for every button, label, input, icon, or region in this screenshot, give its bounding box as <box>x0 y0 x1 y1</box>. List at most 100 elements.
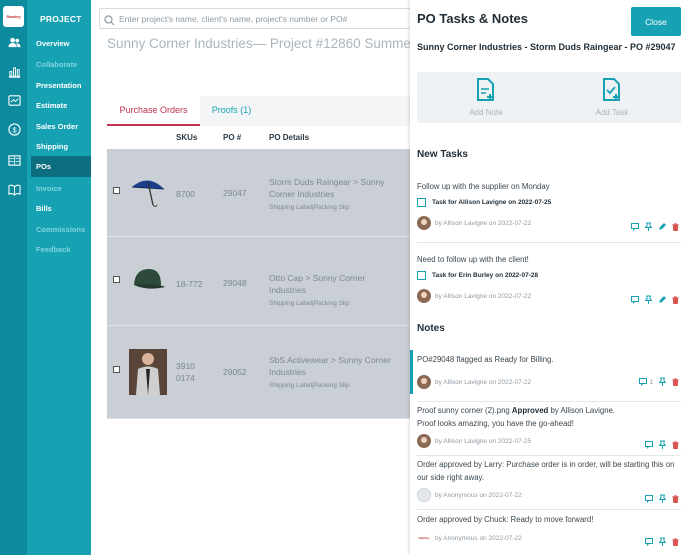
author-text: by Allison Lavigne on 2022-07-22 <box>435 378 532 386</box>
task-checkbox[interactable] <box>417 198 426 207</box>
task-label: Task for Erin Burley on 2022-07-28 <box>432 272 539 279</box>
trash-icon[interactable] <box>672 218 679 236</box>
row-details-text[interactable]: Storm Duds Raingear > Sunny Corner Indus… <box>269 176 394 200</box>
row-po-details: Storm Duds Raingear > Sunny Corner Indus… <box>269 176 394 214</box>
author-text: by Anonymous on 2022-07-22 <box>435 491 522 499</box>
trash-icon[interactable] <box>672 373 679 391</box>
nav-presentation[interactable]: Presentation <box>36 81 81 90</box>
task-text: Need to follow up with the client! <box>417 255 529 264</box>
book-icon[interactable] <box>7 183 21 196</box>
nav-commissions[interactable]: Commissions <box>36 225 85 234</box>
pin-icon[interactable] <box>658 373 667 391</box>
trash-icon[interactable] <box>672 490 679 508</box>
comment-icon[interactable] <box>645 533 653 551</box>
nav-overview[interactable]: Overview <box>36 39 69 48</box>
nav-sales-order[interactable]: Sales Order <box>36 122 78 131</box>
comment-icon[interactable] <box>631 218 639 236</box>
task-checkbox[interactable] <box>417 271 426 280</box>
note-item: PO#29048 flagged as Ready for Billing. b… <box>410 352 688 394</box>
pin-icon[interactable] <box>658 533 667 551</box>
umbrella-thumbnail <box>129 175 167 214</box>
nav-collaborate[interactable]: Collaborate <box>36 60 77 69</box>
row-shipping-links[interactable]: Shipping Label|Packing Slip <box>269 202 394 214</box>
note-item: Proof sunny corner (2).png Approved by A… <box>410 404 688 454</box>
comment-icon[interactable] <box>645 490 653 508</box>
row-checkbox[interactable] <box>113 366 120 373</box>
note-actions: 1 <box>639 373 679 391</box>
chart-icon[interactable] <box>7 65 21 78</box>
po-table-body: 8700 29047 Storm Duds Raingear > Sunny C… <box>107 149 410 419</box>
trash-icon[interactable] <box>672 291 679 309</box>
note-text: PO#29048 flagged as Ready for Billing. <box>417 355 554 364</box>
tab-proofs[interactable]: Proofs (1) <box>200 96 263 126</box>
trash-icon[interactable] <box>672 533 679 551</box>
search-bar[interactable]: Enter project's name, client's name, pro… <box>99 8 410 29</box>
note-text-line2: Proof looks amazing, you have the go-ahe… <box>417 419 574 428</box>
nav-feedback[interactable]: Feedback <box>36 245 71 254</box>
panel-subtitle: Sunny Corner Industries - Storm Duds Rai… <box>417 42 676 52</box>
row-checkbox[interactable] <box>113 276 120 283</box>
row-details-text[interactable]: SbS Activewear > Sunny Corner Industries <box>269 354 394 378</box>
add-note-label: Add Note <box>469 108 503 117</box>
row-checkbox[interactable] <box>113 187 120 194</box>
nav-bills[interactable]: Bills <box>36 204 52 213</box>
tab-purchase-orders[interactable]: Purchase Orders <box>107 96 200 126</box>
avatar <box>417 375 431 389</box>
panel-title: PO Tasks & Notes <box>417 11 529 26</box>
dollar-icon[interactable]: $ <box>7 122 21 136</box>
svg-text:$: $ <box>12 125 16 134</box>
pin-icon[interactable] <box>644 291 653 309</box>
row-po-details: Otto Cap > Sunny Corner Industries Shipp… <box>269 272 394 310</box>
card-icon[interactable] <box>7 94 21 106</box>
col-po-number: PO # <box>223 133 242 142</box>
author-text: by Allison Lavigne on 2022-07-25 <box>435 437 532 445</box>
task-row: Task for Allison Lavigne on 2022-07-25 <box>417 198 551 207</box>
edit-icon[interactable] <box>658 218 666 236</box>
divider <box>417 401 681 402</box>
pin-icon[interactable] <box>644 218 653 236</box>
sidenav-title: PROJECT <box>40 14 82 24</box>
pin-icon[interactable] <box>658 490 667 508</box>
nav-estimate[interactable]: Estimate <box>36 101 67 110</box>
add-task-icon <box>603 78 620 101</box>
add-note-button[interactable]: Add Note <box>451 78 521 117</box>
nav-shipping[interactable]: Shipping <box>36 142 68 151</box>
avatar <box>417 434 431 448</box>
nav-invoice[interactable]: Invoice <box>36 184 62 193</box>
row-details-text[interactable]: Otto Cap > Sunny Corner Industries <box>269 272 394 296</box>
task-item: Follow up with the supplier on Monday Ta… <box>410 178 688 240</box>
new-tasks-heading: New Tasks <box>417 149 468 160</box>
row-po-number: 29052 <box>223 367 247 377</box>
search-icon <box>104 13 115 31</box>
divider <box>417 455 681 456</box>
comment-icon[interactable] <box>639 373 648 391</box>
note-actions <box>645 533 679 551</box>
table-row[interactable]: 8700 29047 Storm Duds Raingear > Sunny C… <box>107 149 410 237</box>
pin-icon[interactable] <box>658 436 667 454</box>
search-input[interactable]: Enter project's name, client's name, pro… <box>119 14 347 24</box>
comment-icon[interactable] <box>631 291 639 309</box>
close-button[interactable]: Close <box>631 7 681 36</box>
note-text-part: by Allison Lavigne. <box>548 406 616 415</box>
task-text: Follow up with the supplier on Monday <box>417 182 550 191</box>
trash-icon[interactable] <box>672 436 679 454</box>
cap-thumbnail <box>129 265 167 304</box>
users-icon[interactable] <box>7 36 21 48</box>
author-text: by Allison Lavigne on 2022-07-22 <box>435 292 532 300</box>
table-row[interactable]: 3910 0174 29052 SbS Activewear > Sunny C… <box>107 326 410 419</box>
edit-icon[interactable] <box>658 291 666 309</box>
nav-pos[interactable]: POs <box>31 156 91 177</box>
row-shipping-links[interactable]: Shipping Label|Packing Slip <box>269 380 394 392</box>
table-row[interactable]: 18-772 29048 Otto Cap > Sunny Corner Ind… <box>107 237 410 326</box>
comment-icon[interactable] <box>645 436 653 454</box>
add-task-button[interactable]: Add Task <box>577 78 647 117</box>
row-shipping-links[interactable]: Shipping Label|Packing Slip <box>269 298 394 310</box>
brand-logo[interactable]: Stanley <box>3 6 24 27</box>
row-sku: 18-772 <box>176 279 203 289</box>
avatar <box>417 488 431 502</box>
reply-count: 1 <box>649 378 653 386</box>
author-line: by Anonymous on 2022-07-22 <box>417 488 522 502</box>
author-text: by Anonymous on 2022-07-22 <box>435 534 522 542</box>
notes-heading: Notes <box>417 323 445 334</box>
id-card-icon[interactable] <box>7 154 21 166</box>
